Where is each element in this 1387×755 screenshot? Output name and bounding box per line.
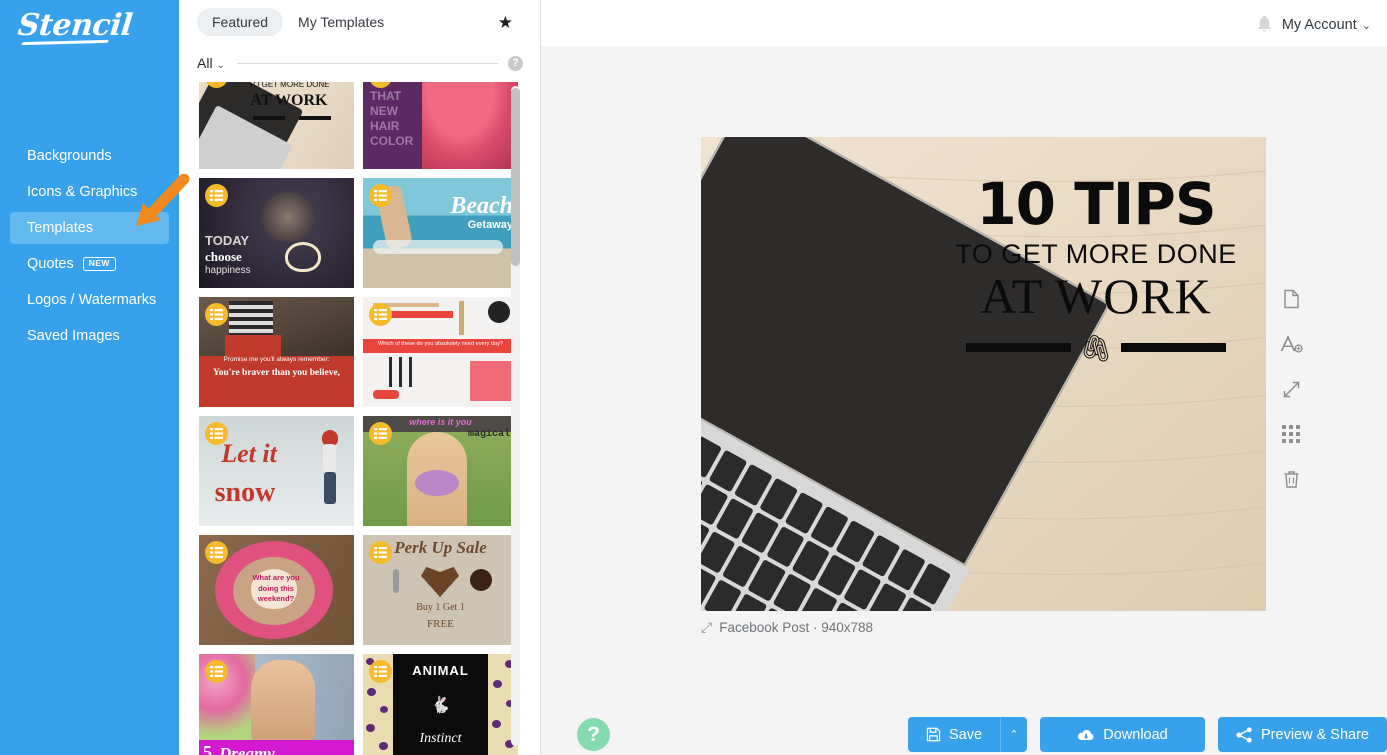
bell-icon[interactable]: [1255, 14, 1274, 38]
canvas-title-line-1[interactable]: 10 TIPS: [936, 175, 1256, 233]
sidebar-item-saved-images[interactable]: Saved Images: [10, 320, 169, 352]
panel-scrollbar[interactable]: [511, 86, 520, 746]
canvas-text-block[interactable]: 10 TIPS TO GET MORE DONE AT WORK 🖇: [936, 175, 1256, 361]
template-type-badge-icon: [205, 422, 228, 445]
template-type-badge-icon: [369, 422, 392, 445]
canvas-title-line-3[interactable]: AT WORK: [936, 270, 1256, 323]
divider-bar-left: [966, 343, 1072, 352]
help-button[interactable]: ?: [577, 718, 610, 751]
object-toolbar: [1279, 287, 1303, 491]
panel-scrollbar-thumb[interactable]: [511, 88, 520, 266]
save-options-button[interactable]: ⌃: [1000, 717, 1027, 752]
template-type-badge-icon: [369, 303, 392, 326]
filter-help-icon[interactable]: ?: [508, 55, 523, 71]
floppy-icon: [926, 727, 941, 742]
canvas-caption[interactable]: ⤢ Facebook Post · 940x788: [701, 619, 873, 636]
divider-bar-right: [1120, 343, 1226, 352]
template-thumbnail-animal-instinct[interactable]: ANIMAL 🐇 Instinct: [363, 654, 518, 755]
sidebar-nav: Backgrounds Icons & Graphics Templates Q…: [0, 140, 179, 356]
chevron-down-icon: ⌄: [216, 60, 225, 71]
sidebar-item-backgrounds[interactable]: Backgrounds: [10, 140, 169, 172]
design-canvas[interactable]: 10 TIPS TO GET MORE DONE AT WORK 🖇: [701, 137, 1266, 611]
sidebar-item-quotes[interactable]: Quotes NEW: [10, 248, 169, 280]
filter-label-text: All: [197, 55, 213, 71]
account-label: My Account: [1281, 17, 1357, 33]
sidebar: Stencil Backgrounds Icons & Graphics Tem…: [0, 0, 190, 755]
canvas-wrapper[interactable]: 10 TIPS TO GET MORE DONE AT WORK 🖇: [701, 137, 1266, 611]
add-text-icon[interactable]: [1279, 332, 1303, 356]
sidebar-item-label: Quotes: [27, 256, 74, 272]
sidebar-item-label: Logos / Watermarks: [27, 292, 157, 308]
download-button[interactable]: Download: [1040, 717, 1205, 752]
divider: [236, 62, 498, 64]
filter-row: All ⌄ ?: [179, 50, 541, 76]
template-thumbnail-today-choose-happiness[interactable]: TODAY choose happiness: [199, 178, 354, 288]
chevron-down-icon: ⌄: [1361, 20, 1371, 32]
download-button-label: Download: [1103, 726, 1168, 743]
template-thumbnail-rock-that-new-hair-color[interactable]: ROCK THATNEWHAIRCOLOR: [363, 82, 518, 169]
template-type-badge-icon: [205, 660, 228, 683]
sidebar-item-logos-watermarks[interactable]: Logos / Watermarks: [10, 284, 169, 316]
star-icon[interactable]: ★: [498, 14, 513, 31]
sidebar-item-label: Icons & Graphics: [27, 184, 138, 200]
resize-icon[interactable]: [1279, 377, 1303, 401]
stencil-app: Stencil Backgrounds Icons & Graphics Tem…: [0, 0, 1387, 755]
save-button-label: Save: [948, 726, 983, 743]
save-button-group: Save ⌃: [908, 717, 1027, 752]
canvas-title-line-2[interactable]: TO GET MORE DONE: [936, 241, 1256, 268]
preview-share-button[interactable]: Preview & Share: [1218, 717, 1387, 752]
template-type-badge-icon: [205, 184, 228, 207]
editor-stage: 10 TIPS TO GET MORE DONE AT WORK 🖇 ⤢ Fac…: [541, 46, 1387, 755]
sidebar-item-label: Saved Images: [27, 328, 120, 344]
template-thumbnail-which-of-these-makeup[interactable]: Which of these do you absolutely need ev…: [363, 297, 518, 407]
top-header: My Account ⌄: [541, 0, 1387, 46]
canvas-divider: 🖇: [936, 335, 1256, 361]
template-type-badge-icon: [369, 660, 392, 683]
account-menu[interactable]: My Account ⌄: [1282, 17, 1371, 33]
sidebar-item-label: Backgrounds: [27, 148, 112, 164]
tab-featured[interactable]: Featured: [197, 8, 284, 36]
sidebar-item-icons-graphics[interactable]: Icons & Graphics: [10, 176, 169, 208]
template-thumbnail-let-it-snow[interactable]: Let it snow: [199, 416, 354, 526]
sidebar-item-templates[interactable]: Templates: [10, 212, 169, 244]
share-icon: [1236, 726, 1252, 743]
duplicate-page-icon[interactable]: [1279, 287, 1303, 311]
canvas-size-label: Facebook Post · 940x788: [719, 620, 874, 635]
cloud-download-icon: [1078, 729, 1094, 740]
template-type-badge-icon: [369, 541, 392, 564]
resize-icon[interactable]: ⤢: [701, 619, 712, 636]
panel-tabs: Featured My Templates ★: [179, 0, 541, 44]
sidebar-item-label: Templates: [27, 220, 94, 236]
template-thumbnail-5-dreamy[interactable]: 5 Dreamy: [199, 654, 354, 755]
template-type-badge-icon: [205, 541, 228, 564]
template-type-badge-icon: [205, 303, 228, 326]
filter-dropdown[interactable]: All ⌄: [197, 55, 225, 71]
template-thumbnail-what-are-you-doing-this-weekend[interactable]: What are you doing this weekend?: [199, 535, 354, 645]
template-thumbnail-perk-up-sale[interactable]: Perk Up Sale Buy 1 Get 1 FREE: [363, 535, 518, 645]
app-logo[interactable]: Stencil: [16, 8, 134, 43]
template-grid[interactable]: 10 TIPS TO GET MORE DONE AT WORK ROCK TH…: [179, 82, 541, 755]
new-badge: NEW: [82, 257, 116, 271]
template-thumbnail-promise-me-braver[interactable]: Promise me you'll always remember: You'r…: [199, 297, 354, 407]
action-bar: Save ⌃ Download Preview & Share: [908, 717, 1387, 752]
templates-panel: Featured My Templates ★ All⌄ ? 10 TIPS T…: [179, 0, 541, 755]
tab-my-templates[interactable]: My Templates: [283, 8, 399, 36]
template-thumbnail-beach-getaway[interactable]: Beach Getaway: [363, 178, 518, 288]
paperclip-icon: 🖇: [1079, 332, 1113, 363]
template-thumbnail-10-tips-at-work[interactable]: 10 TIPS TO GET MORE DONE AT WORK: [199, 82, 354, 169]
save-button[interactable]: Save: [908, 717, 1000, 752]
share-button-label: Preview & Share: [1261, 726, 1369, 743]
template-thumbnail-magical[interactable]: where is it you magical: [363, 416, 518, 526]
delete-icon[interactable]: [1279, 467, 1303, 491]
template-type-badge-icon: [369, 184, 392, 207]
grid-icon[interactable]: [1279, 422, 1303, 446]
